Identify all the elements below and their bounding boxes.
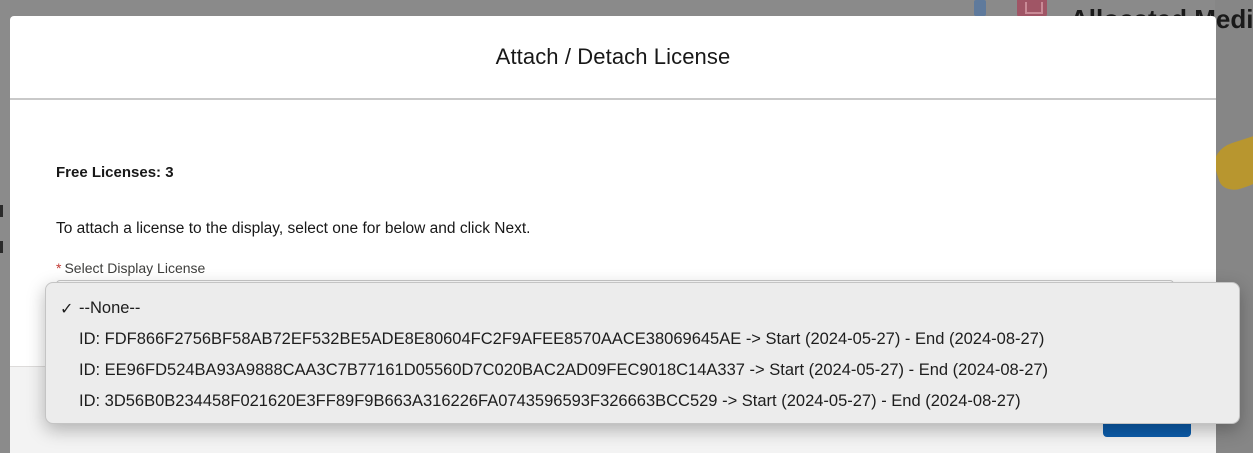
license-option[interactable]: ID: 3D56B0B234458F021620E3FF89F9B663A316… — [46, 386, 1239, 417]
background-app-icon — [974, 0, 986, 16]
modal-header: Attach / Detach License — [10, 16, 1216, 100]
select-license-label-text: Select Display License — [64, 260, 206, 276]
license-option-label: ID: FDF866F2756BF58AB72EF532BE5ADE8E8060… — [79, 330, 1045, 348]
license-option[interactable]: ID: FDF866F2756BF58AB72EF532BE5ADE8E8060… — [46, 324, 1239, 355]
license-option-none[interactable]: ✓ --None-- — [46, 293, 1239, 324]
modal-title: Attach / Detach License — [495, 44, 731, 69]
free-licenses-count: Free Licenses: 3 — [56, 164, 174, 181]
required-marker: * — [56, 260, 62, 276]
background-left-text-fragments — [0, 205, 5, 275]
license-option-label: --None-- — [79, 299, 141, 317]
license-option-label: ID: EE96FD524BA93A9888CAA3C7B77161D05560… — [79, 361, 1049, 379]
license-option[interactable]: ID: EE96FD524BA93A9888CAA3C7B77161D05560… — [46, 355, 1239, 386]
select-license-label: * Select Display License — [56, 260, 205, 276]
license-option-label: ID: 3D56B0B234458F021620E3FF89F9B663A316… — [79, 392, 1021, 410]
license-dropdown-list: ✓ --None-- ID: FDF866F2756BF58AB72EF532B… — [45, 282, 1240, 424]
checkmark-icon: ✓ — [60, 300, 74, 318]
instructions-text: To attach a license to the display, sele… — [56, 220, 531, 237]
